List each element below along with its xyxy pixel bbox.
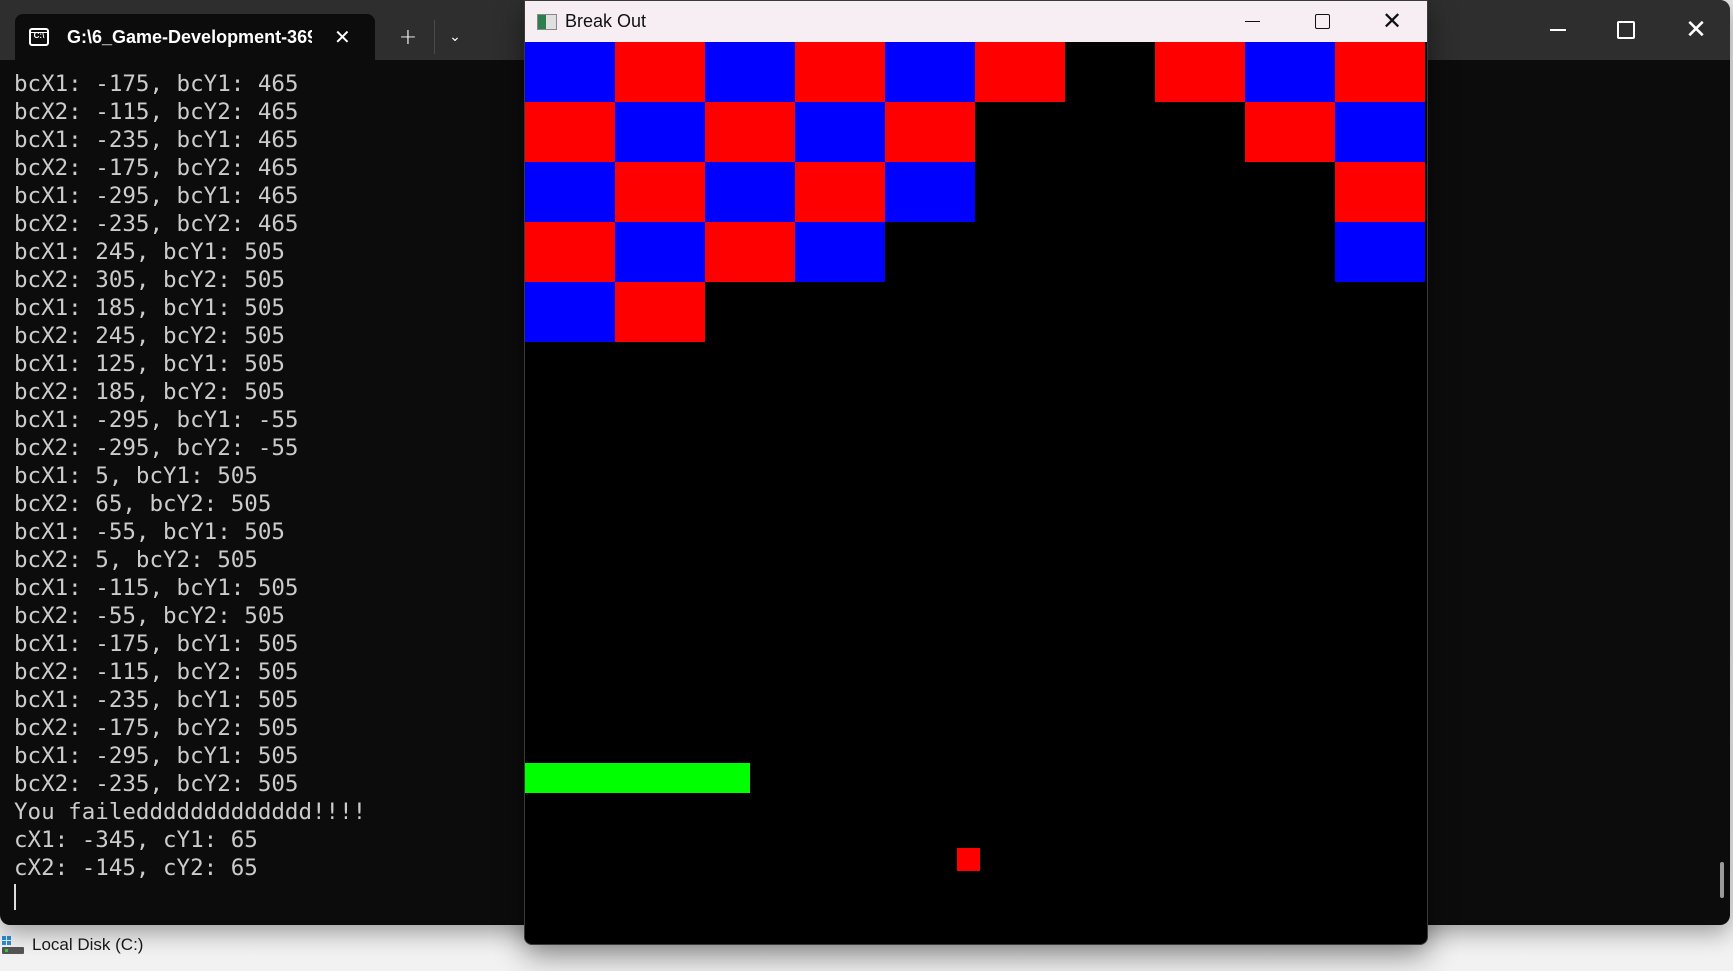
- game-titlebar[interactable]: Break Out ✕: [525, 1, 1427, 42]
- brick: [795, 42, 885, 102]
- close-icon: ✕: [1381, 7, 1403, 35]
- brick: [525, 282, 615, 342]
- brick: [1245, 102, 1335, 162]
- drive-label: Local Disk (C:): [32, 935, 144, 954]
- brick: [1335, 102, 1425, 162]
- local-disk-icon: [2, 936, 24, 954]
- game-minimize-button[interactable]: [1217, 1, 1287, 42]
- terminal-close-button[interactable]: ✕: [1662, 0, 1730, 60]
- brick: [615, 102, 705, 162]
- brick: [705, 162, 795, 222]
- maximize-icon: [1314, 14, 1330, 29]
- ball: [957, 848, 980, 871]
- close-icon: ✕: [1685, 15, 1707, 45]
- minimize-icon: [1244, 20, 1260, 23]
- maximize-icon: [1617, 21, 1635, 39]
- brick: [525, 102, 615, 162]
- brick: [885, 42, 975, 102]
- brick: [885, 102, 975, 162]
- brick: [615, 162, 705, 222]
- brick: [1335, 222, 1425, 282]
- terminal-minimize-button[interactable]: [1524, 0, 1592, 60]
- brick: [1335, 162, 1425, 222]
- brick: [615, 282, 705, 342]
- brick: [1155, 42, 1245, 102]
- brick: [525, 222, 615, 282]
- tab-divider: [434, 20, 435, 54]
- game-canvas[interactable]: [525, 42, 1425, 942]
- brick: [615, 222, 705, 282]
- tab-dropdown-button[interactable]: ⌄: [437, 14, 473, 60]
- brick: [705, 222, 795, 282]
- brick: [525, 162, 615, 222]
- minimize-icon: [1550, 29, 1566, 31]
- cmd-icon: C:\: [29, 28, 49, 46]
- terminal-scrollbar[interactable]: [1720, 862, 1724, 898]
- brick: [975, 42, 1065, 102]
- brick: [615, 42, 705, 102]
- game-window-title: Break Out: [565, 11, 647, 31]
- text-cursor: [14, 883, 16, 910]
- paddle: [525, 763, 750, 793]
- tab-close-icon[interactable]: ✕: [334, 25, 351, 50]
- game-window: Break Out ✕: [524, 0, 1428, 945]
- new-tab-button[interactable]: +: [385, 14, 431, 60]
- brick: [705, 102, 795, 162]
- brick: [1335, 42, 1425, 102]
- app-icon: [537, 13, 557, 30]
- brick: [795, 162, 885, 222]
- explorer-drive-item[interactable]: Local Disk (C:): [0, 925, 540, 965]
- brick: [525, 42, 615, 102]
- brick: [885, 162, 975, 222]
- brick: [795, 102, 885, 162]
- tab-title: G:\6_Game-Development-369: [67, 26, 312, 47]
- brick: [705, 42, 795, 102]
- game-maximize-button[interactable]: [1287, 1, 1357, 42]
- terminal-maximize-button[interactable]: [1592, 0, 1660, 60]
- brick: [1245, 42, 1335, 102]
- brick: [795, 222, 885, 282]
- terminal-tab[interactable]: C:\ G:\6_Game-Development-369 ✕: [15, 14, 375, 60]
- game-close-button[interactable]: ✕: [1357, 1, 1427, 42]
